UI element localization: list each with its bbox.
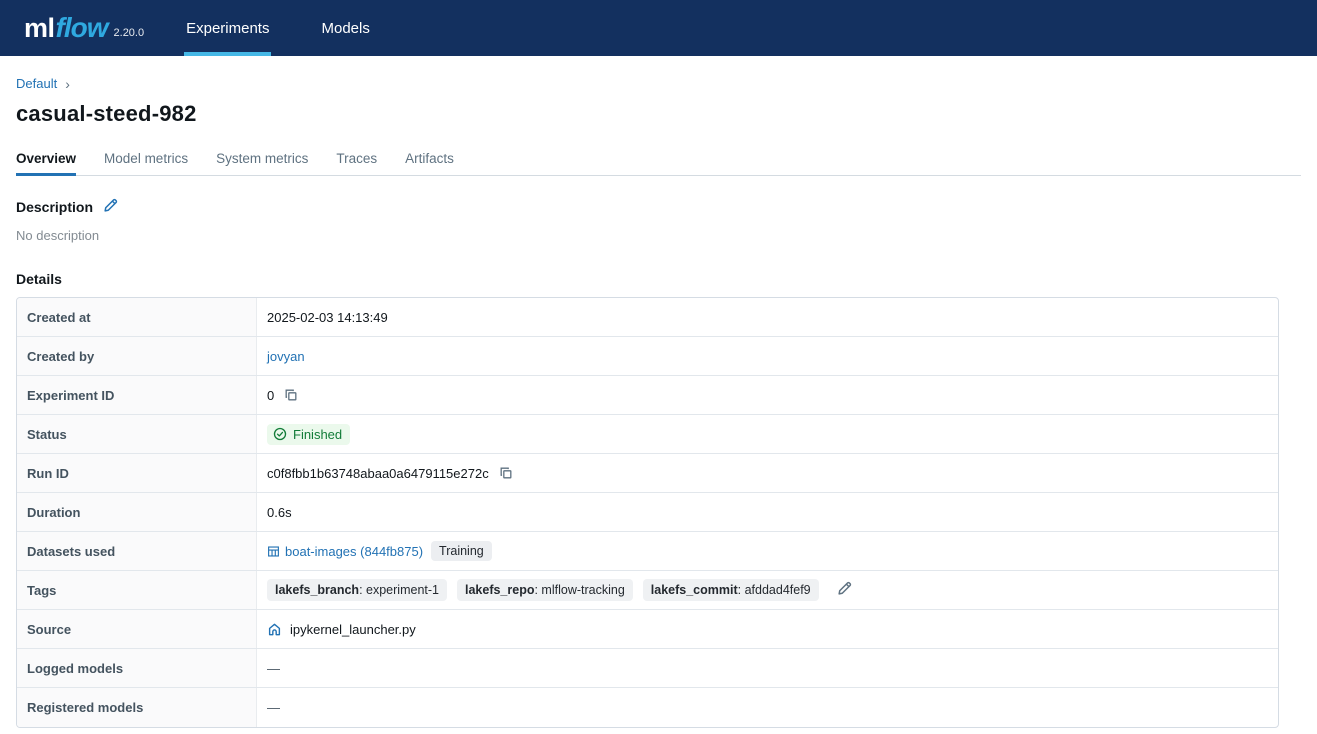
dataset-table-icon bbox=[267, 545, 280, 558]
copy-experiment-id-button[interactable] bbox=[284, 388, 298, 402]
created-at-value: 2025-02-03 14:13:49 bbox=[267, 310, 388, 325]
top-navbar: mlflow 2.20.0 Experiments Models bbox=[0, 0, 1317, 56]
breadcrumb-chevron-icon: › bbox=[65, 77, 70, 91]
breadcrumb: Default › bbox=[16, 76, 1301, 91]
description-heading: Description bbox=[16, 199, 93, 215]
logo-ml-text: ml bbox=[24, 13, 55, 44]
table-row-experiment-id: Experiment ID 0 bbox=[17, 376, 1278, 415]
run-id-value: c0f8fbb1b63748abaa0a6479115e272c bbox=[267, 466, 489, 481]
row-label: Created by bbox=[17, 337, 257, 375]
tag-key: lakefs_commit bbox=[651, 583, 738, 597]
tag-value: mlflow-tracking bbox=[541, 583, 624, 597]
dataset-link[interactable]: boat-images (844fb875) bbox=[267, 544, 423, 559]
tab-traces[interactable]: Traces bbox=[336, 151, 377, 175]
row-label: Run ID bbox=[17, 454, 257, 492]
status-text: Finished bbox=[293, 427, 342, 442]
nav-tab-models[interactable]: Models bbox=[319, 0, 371, 56]
row-label: Status bbox=[17, 415, 257, 453]
table-row-registered-models: Registered models — bbox=[17, 688, 1278, 727]
table-row-status: Status Finished bbox=[17, 415, 1278, 454]
copy-icon bbox=[499, 466, 513, 480]
tab-system-metrics[interactable]: System metrics bbox=[216, 151, 308, 175]
edit-description-button[interactable] bbox=[103, 198, 118, 216]
duration-value: 0.6s bbox=[267, 505, 292, 520]
no-description-text: No description bbox=[16, 228, 1301, 243]
table-row-run-id: Run ID c0f8fbb1b63748abaa0a6479115e272c bbox=[17, 454, 1278, 493]
row-label: Source bbox=[17, 610, 257, 648]
description-section-header: Description bbox=[16, 198, 1301, 216]
nav-tab-experiments-label: Experiments bbox=[186, 20, 269, 37]
copy-run-id-button[interactable] bbox=[499, 466, 513, 480]
tag-pill: lakefs_repo: mlflow-tracking bbox=[457, 579, 633, 601]
breadcrumb-experiment-link[interactable]: Default bbox=[16, 76, 57, 91]
row-label: Logged models bbox=[17, 649, 257, 687]
registered-models-empty-value: — bbox=[267, 700, 280, 715]
row-label: Duration bbox=[17, 493, 257, 531]
dataset-link-text: boat-images (844fb875) bbox=[285, 544, 423, 559]
tag-pill: lakefs_branch: experiment-1 bbox=[267, 579, 447, 601]
row-label: Created at bbox=[17, 298, 257, 336]
tag-separator: : bbox=[359, 583, 366, 597]
logo-flow-text: flow bbox=[56, 12, 108, 44]
details-heading: Details bbox=[16, 271, 1301, 287]
dataset-context-badge: Training bbox=[431, 541, 492, 561]
row-label: Experiment ID bbox=[17, 376, 257, 414]
table-row-created-by: Created by jovyan bbox=[17, 337, 1278, 376]
logged-models-empty-value: — bbox=[267, 661, 280, 676]
details-table: Created at 2025-02-03 14:13:49 Created b… bbox=[16, 297, 1279, 728]
navbar-tabs: Experiments Models bbox=[184, 0, 420, 56]
notebook-home-icon bbox=[267, 622, 282, 637]
tag-value: afddad4fef9 bbox=[745, 583, 811, 597]
tag-pill: lakefs_commit: afddad4fef9 bbox=[643, 579, 819, 601]
edit-tags-button[interactable] bbox=[837, 581, 852, 599]
run-tabs: Overview Model metrics System metrics Tr… bbox=[16, 151, 1301, 176]
copy-icon bbox=[284, 388, 298, 402]
pencil-icon bbox=[837, 581, 852, 599]
mlflow-logo[interactable]: mlflow 2.20.0 bbox=[24, 0, 144, 56]
row-label: Tags bbox=[17, 571, 257, 609]
tag-value: experiment-1 bbox=[366, 583, 439, 597]
created-by-user-link[interactable]: jovyan bbox=[267, 349, 305, 364]
tag-key: lakefs_repo bbox=[465, 583, 534, 597]
run-overview-page: Default › casual-steed-982 Overview Mode… bbox=[0, 76, 1317, 728]
table-row-datasets-used: Datasets used boat-images (844fb875) Tra… bbox=[17, 532, 1278, 571]
nav-tab-experiments[interactable]: Experiments bbox=[184, 0, 271, 56]
table-row-duration: Duration 0.6s bbox=[17, 493, 1278, 532]
table-row-created-at: Created at 2025-02-03 14:13:49 bbox=[17, 298, 1278, 337]
source-file-name: ipykernel_launcher.py bbox=[290, 622, 416, 637]
tab-model-metrics[interactable]: Model metrics bbox=[104, 151, 188, 175]
check-circle-icon bbox=[273, 427, 287, 441]
row-label: Registered models bbox=[17, 688, 257, 727]
tag-separator: : bbox=[534, 583, 541, 597]
tab-artifacts[interactable]: Artifacts bbox=[405, 151, 454, 175]
nav-tab-models-label: Models bbox=[321, 20, 369, 37]
status-badge: Finished bbox=[267, 424, 350, 445]
table-row-tags: Tags lakefs_branch: experiment-1 lakefs_… bbox=[17, 571, 1278, 610]
table-row-source: Source ipykernel_launcher.py bbox=[17, 610, 1278, 649]
experiment-id-value: 0 bbox=[267, 388, 274, 403]
tag-key: lakefs_branch bbox=[275, 583, 359, 597]
page-title: casual-steed-982 bbox=[16, 101, 1301, 127]
pencil-icon bbox=[103, 198, 118, 216]
table-row-logged-models: Logged models — bbox=[17, 649, 1278, 688]
tag-separator: : bbox=[738, 583, 745, 597]
row-label: Datasets used bbox=[17, 532, 257, 570]
tab-overview[interactable]: Overview bbox=[16, 151, 76, 175]
version-label: 2.20.0 bbox=[114, 27, 145, 39]
